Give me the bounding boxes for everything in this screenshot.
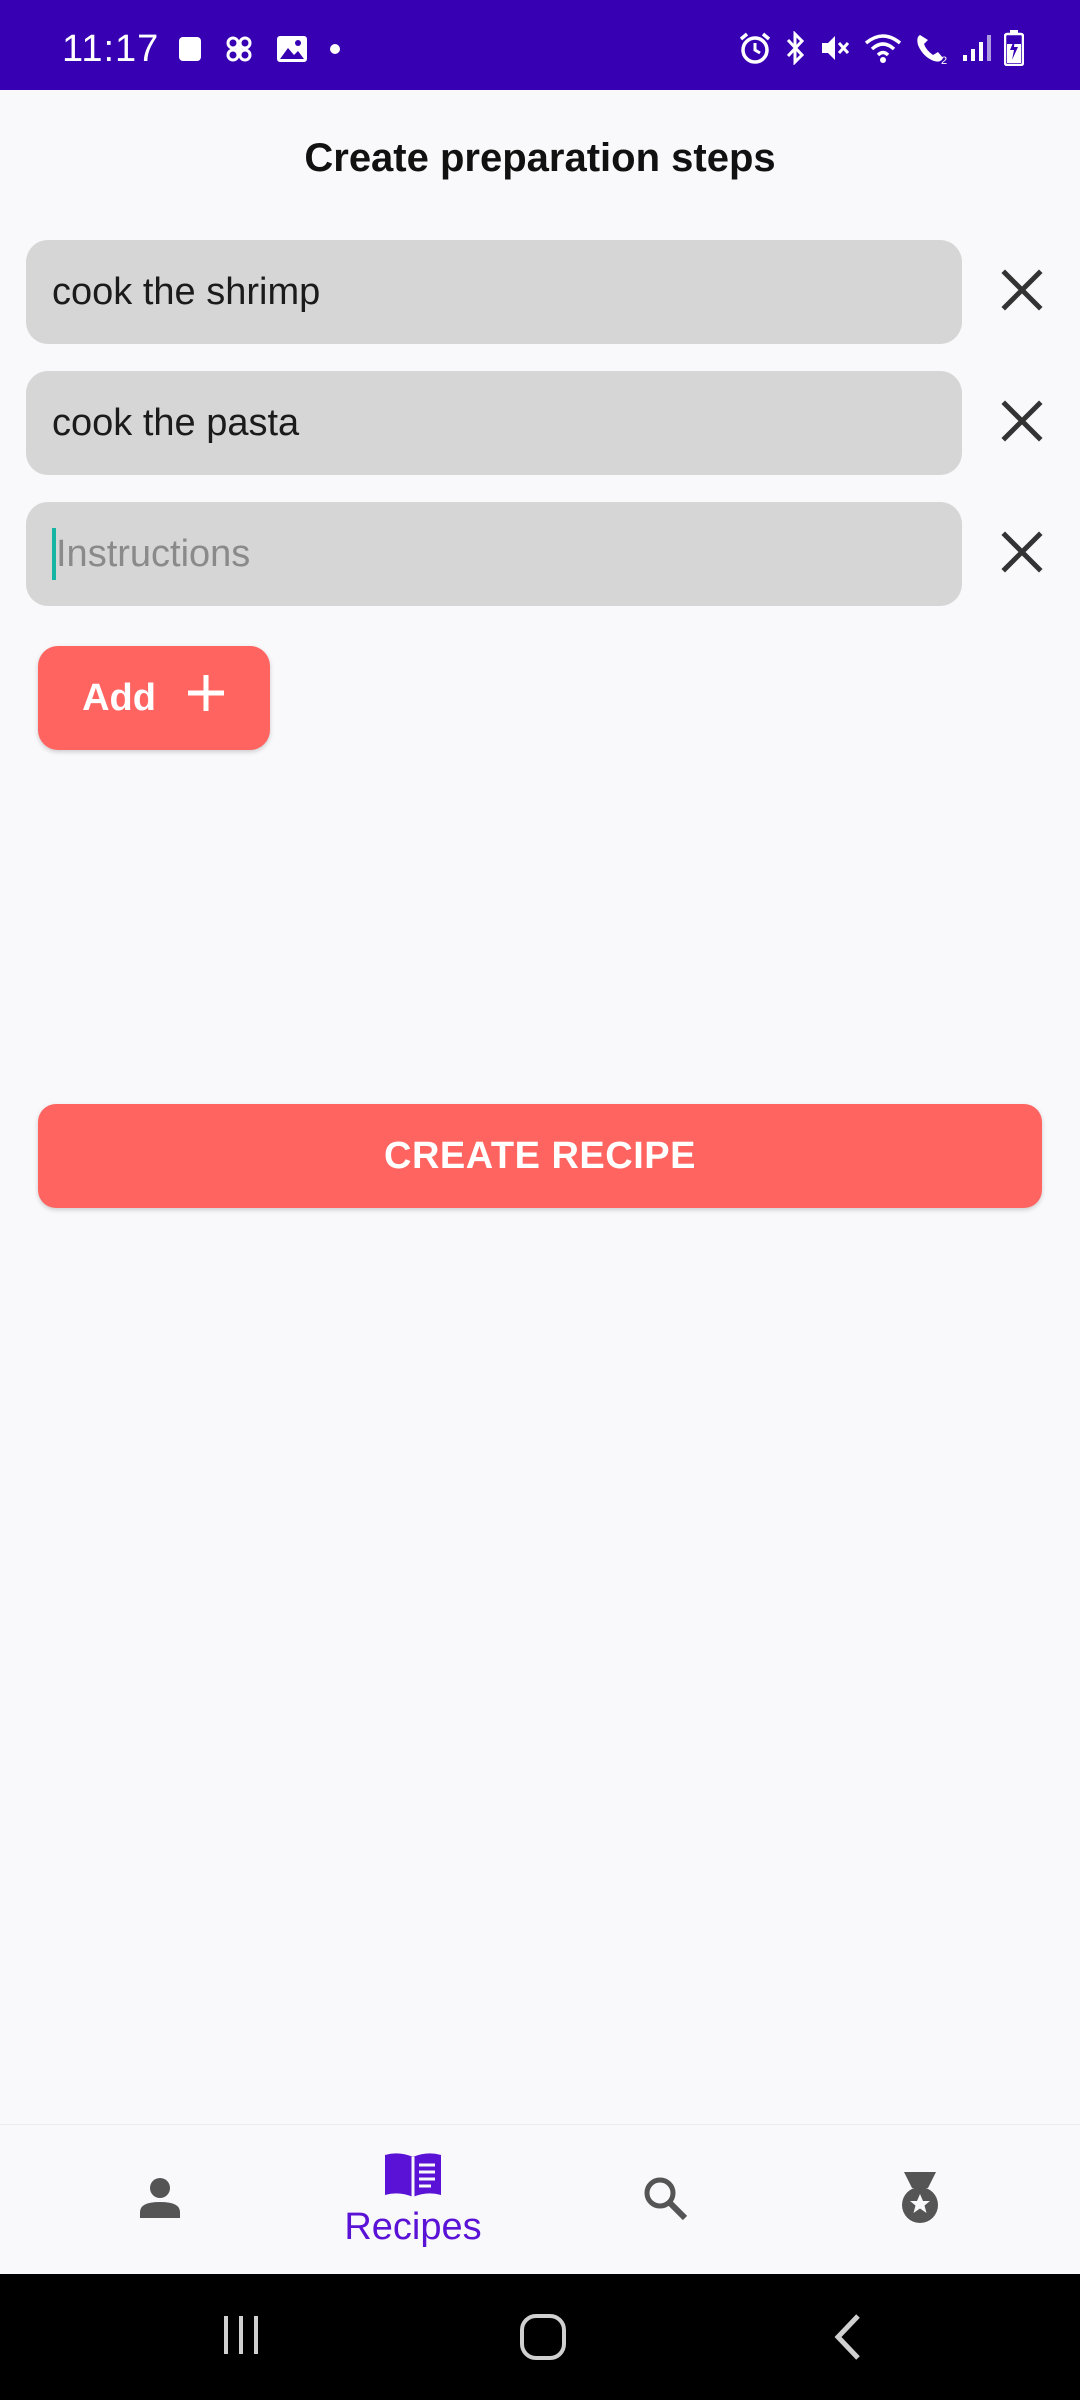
- step-input[interactable]: cook the pasta: [26, 371, 962, 475]
- remove-step-button[interactable]: [992, 524, 1052, 584]
- medal-icon: [896, 2170, 944, 2231]
- mute-icon: [818, 31, 852, 65]
- instructions-input[interactable]: [52, 531, 962, 577]
- step-row: cook the pasta: [26, 371, 1066, 475]
- close-icon[interactable]: [1001, 268, 1043, 316]
- bottom-navigation: Recipes: [0, 2124, 1080, 2275]
- create-recipe-label: CREATE RECIPE: [384, 1134, 696, 1177]
- recents-icon: [218, 2312, 264, 2363]
- remove-step-button[interactable]: [992, 393, 1052, 453]
- add-step-button[interactable]: Add: [38, 646, 270, 750]
- nav-item-profile[interactable]: [60, 2125, 260, 2275]
- wifi-icon: [864, 32, 902, 64]
- home-icon: [518, 2312, 568, 2367]
- wifi-calling-icon: 2: [914, 31, 950, 65]
- nav-item-search[interactable]: [565, 2125, 765, 2275]
- text-cursor: [52, 528, 56, 580]
- image-icon: [276, 35, 308, 63]
- pinwheel-icon: [224, 34, 254, 64]
- status-right-icons: 2: [738, 30, 1024, 66]
- home-button[interactable]: [518, 2312, 568, 2367]
- close-icon[interactable]: [1001, 399, 1043, 447]
- nav-item-achievements[interactable]: [820, 2125, 1020, 2275]
- plus-icon: [186, 673, 226, 723]
- battery-icon: [1004, 30, 1024, 66]
- page-title: Create preparation steps: [304, 136, 776, 180]
- svg-text:2: 2: [941, 55, 947, 65]
- bluetooth-icon: [784, 31, 806, 65]
- back-button[interactable]: [828, 2312, 868, 2367]
- dot-icon: [330, 44, 340, 54]
- alarm-icon: [738, 31, 772, 65]
- create-recipe-button[interactable]: CREATE RECIPE: [38, 1104, 1042, 1208]
- recents-button[interactable]: [218, 2312, 264, 2363]
- close-icon[interactable]: [1001, 530, 1043, 578]
- status-bar: 11:17 2: [0, 0, 1080, 90]
- step-text[interactable]: cook the pasta: [52, 402, 299, 445]
- signal-icon: [962, 33, 992, 63]
- status-left-icons: [178, 34, 340, 64]
- recipe-book-icon: [383, 2151, 443, 2204]
- nav-item-recipes[interactable]: Recipes: [313, 2125, 513, 2275]
- back-icon: [828, 2312, 868, 2367]
- status-time: 11:17: [62, 28, 160, 70]
- nav-label-recipes: Recipes: [344, 2206, 482, 2248]
- step-text[interactable]: cook the shrimp: [52, 271, 320, 314]
- search-icon: [641, 2174, 689, 2227]
- stop-icon: [178, 36, 202, 62]
- step-input[interactable]: cook the shrimp: [26, 240, 962, 344]
- system-navigation-bar: [0, 2274, 1080, 2400]
- add-button-label: Add: [82, 676, 156, 719]
- step-row: [26, 502, 1066, 606]
- person-icon: [136, 2174, 184, 2227]
- step-row: cook the shrimp: [26, 240, 1066, 344]
- step-input[interactable]: [26, 502, 962, 606]
- remove-step-button[interactable]: [992, 262, 1052, 322]
